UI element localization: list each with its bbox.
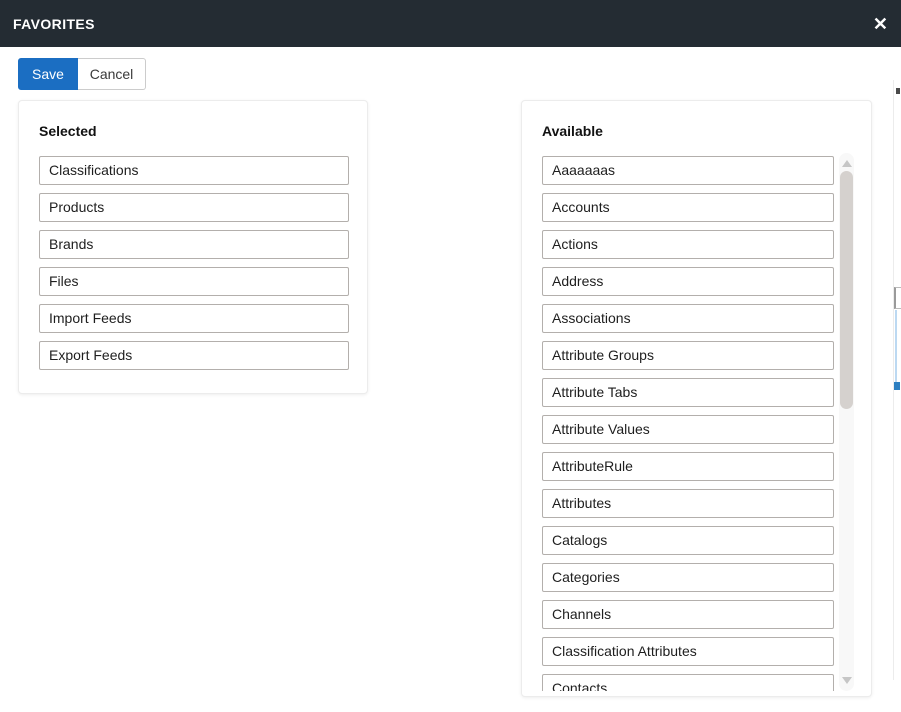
scrollbar-thumb[interactable] [840, 171, 853, 409]
cancel-button[interactable]: Cancel [78, 58, 146, 90]
background-fragment [894, 287, 901, 309]
available-item[interactable]: Attribute Tabs [542, 378, 834, 407]
selected-item[interactable]: Import Feeds [39, 304, 349, 333]
available-list-viewport: Aaaaaaas Accounts Actions Address Associatio… [542, 153, 834, 691]
selected-panel-heading: Selected [39, 123, 348, 139]
available-panel: Available Aaaaaaas Accounts Actions Address… [521, 100, 872, 697]
background-fragment [896, 88, 900, 94]
available-item[interactable]: Attribute Groups [542, 341, 834, 370]
background-divider-line [893, 80, 894, 680]
close-icon[interactable]: ✕ [873, 0, 888, 47]
available-item[interactable]: Attributes [542, 489, 834, 518]
available-scrollbar[interactable] [839, 153, 854, 691]
available-item[interactable]: Attribute Values [542, 415, 834, 444]
modal-header: FAVORITES ✕ [0, 0, 901, 47]
scroll-up-arrow-icon[interactable] [839, 156, 854, 171]
selected-item[interactable]: Export Feeds [39, 341, 349, 370]
available-item[interactable]: Catalogs [542, 526, 834, 555]
available-item[interactable]: Actions [542, 230, 834, 259]
available-item[interactable]: Categories [542, 563, 834, 592]
background-fragment [894, 382, 900, 390]
selected-item-list: Classifications Products Brands Files Import… [39, 156, 349, 370]
background-page-sliver [893, 47, 901, 712]
selected-panel: Selected Classifications Products Brands Fi… [18, 100, 368, 394]
favorites-modal: FAVORITES ✕ Save Cancel Selected Classif… [0, 0, 901, 712]
available-item[interactable]: AttributeRule [542, 452, 834, 481]
available-item[interactable]: Aaaaaaas [542, 156, 834, 185]
available-item[interactable]: Channels [542, 600, 834, 629]
available-item[interactable]: Classification Attributes [542, 637, 834, 666]
selected-item[interactable]: Products [39, 193, 349, 222]
available-item[interactable]: Contacts [542, 674, 834, 691]
scroll-down-arrow-icon[interactable] [839, 673, 854, 688]
save-button[interactable]: Save [18, 58, 78, 90]
modal-title: FAVORITES [13, 16, 95, 32]
available-panel-heading: Available [542, 123, 852, 139]
available-item[interactable]: Associations [542, 304, 834, 333]
background-fragment [895, 310, 897, 382]
action-button-group: Save Cancel [18, 58, 146, 90]
selected-item[interactable]: Brands [39, 230, 349, 259]
available-item[interactable]: Accounts [542, 193, 834, 222]
selected-item[interactable]: Classifications [39, 156, 349, 185]
available-item[interactable]: Address [542, 267, 834, 296]
selected-item[interactable]: Files [39, 267, 349, 296]
available-item-list: Aaaaaaas Accounts Actions Address Associatio… [542, 156, 834, 691]
